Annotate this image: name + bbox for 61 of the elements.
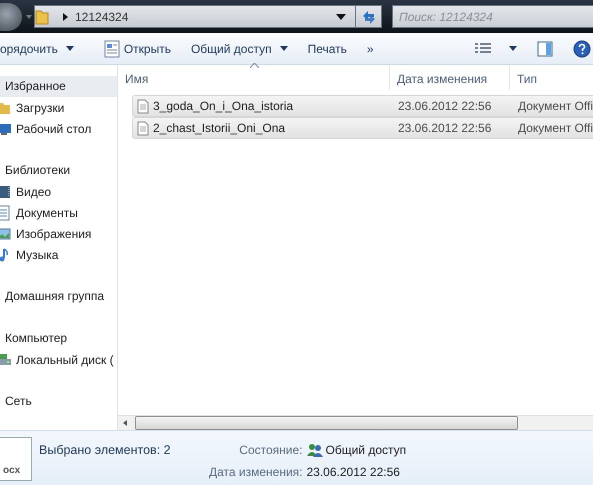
field-label: Дата изменения: [209,464,302,481]
music-icon [0,246,11,262]
documents-icon [0,204,11,220]
list-view-icon [475,42,491,54]
address-bar[interactable]: 12124324 [34,5,356,28]
sidebar-section[interactable]: Сеть [0,391,117,412]
toolbar-button[interactable]: Открыть [94,36,181,60]
pictures-icon [0,226,11,242]
scroll-thumb[interactable] [135,416,518,430]
document-icon [104,40,120,58]
date-cell-text: 23.06.2012 22:56 [396,120,492,137]
drive-icon [0,352,11,368]
caret-icon [66,46,74,51]
file-thumbnail: ocx [0,437,32,481]
pane-icon [537,40,553,56]
column-header[interactable]: Тип [510,65,593,90]
back-button[interactable] [0,2,22,30]
sidebar-item[interactable]: Локальный диск ( [0,349,117,370]
caret-icon [280,46,288,51]
field-value: Общий доступ [326,442,406,459]
dropdown-icon [336,14,346,20]
sidebar-item[interactable]: Рабочий стол [0,118,117,139]
toolbar-button[interactable]: орядочить [0,36,84,60]
sort-icon [250,63,258,68]
field-label: Состояние: [238,442,302,459]
file-icon [137,98,149,114]
file-icon [137,120,149,136]
refresh-button[interactable] [356,5,382,28]
sidebar-item[interactable]: Документы [0,202,117,223]
date-cell-text: 23.06.2012 22:56 [396,98,492,115]
type-cell-text: Документ Offi [516,120,593,137]
search-field[interactable]: Поиск: 12124324 [393,6,593,27]
sidebar-item[interactable]: Изображения [0,223,117,244]
sidebar-section[interactable]: Библиотеки [0,160,117,181]
toolbar-button[interactable]: Общий доступ [180,36,298,60]
users-icon [306,443,322,457]
file-name: 2_chast_Istorii_Oni_Ona [153,120,286,137]
sidebar-section[interactable]: Домашняя группа [0,286,117,307]
sidebar-section[interactable]: Компьютер [0,328,117,349]
help-icon [573,40,591,58]
file-name: 3_goda_On_i_Ona_istoria [153,98,294,115]
horizontal-scrollbar[interactable] [118,415,593,430]
refresh-icon [360,10,376,24]
sidebar-item[interactable]: Видео [0,181,117,202]
file-row[interactable]: 3_goda_On_i_Ona_istoria 23.06.2012 22:56 Документ Offi [132,95,593,117]
field-value: 23.06.2012 22:56 [306,464,400,481]
sidebar-section[interactable]: Избранное [0,76,117,97]
toolbar-button[interactable]: » [356,36,384,60]
type-cell-text: Документ Offi [516,98,593,115]
sidebar-item[interactable]: Загрузки [0,97,117,118]
sidebar-item[interactable]: Музыка [0,244,117,265]
folder-icon [35,8,49,24]
file-row[interactable]: 2_chast_Istorii_Oni_Ona 23.06.2012 22:56 Документ Offi [132,117,593,139]
column-header[interactable]: Имя [118,65,390,90]
arrow-icon [63,12,69,20]
selection-count: Выбрано элементов: 2 [39,442,172,459]
address-text: 12124324 [75,8,128,26]
caret-icon [509,46,517,51]
column-header[interactable]: Дата изменения [390,65,510,90]
toolbar-button[interactable]: Печать [298,36,357,60]
video-icon [0,184,11,200]
